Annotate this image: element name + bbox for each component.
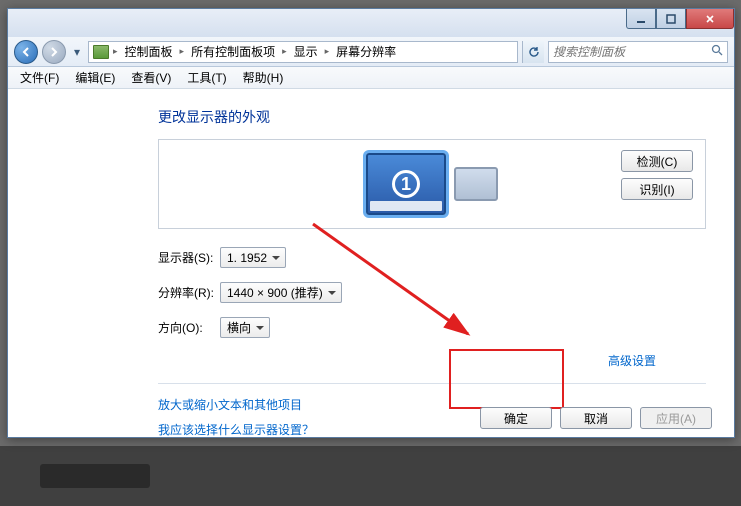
search-icon <box>711 44 723 59</box>
ok-button[interactable]: 确定 <box>480 407 552 429</box>
breadcrumb-item[interactable]: 屏幕分辨率 <box>333 41 399 62</box>
monitor-number: 1 <box>392 170 420 198</box>
breadcrumb-item[interactable]: 所有控制面板项 <box>188 41 278 62</box>
chevron-right-icon: ▸ <box>111 46 120 57</box>
breadcrumb: ▸ 控制面板 ▸ 所有控制面板项 ▸ 显示 ▸ 屏幕分辨率 <box>88 41 518 63</box>
resolution-select[interactable]: 1440 × 900 (推荐) <box>220 282 342 303</box>
chevron-right-icon: ▸ <box>323 46 332 57</box>
control-panel-window: ▾ ▸ 控制面板 ▸ 所有控制面板项 ▸ 显示 ▸ 屏幕分辨率 文件(F) 编辑… <box>7 8 735 438</box>
menu-file[interactable]: 文件(F) <box>12 67 67 88</box>
cancel-button[interactable]: 取消 <box>560 407 632 429</box>
chevron-right-icon: ▸ <box>178 46 187 57</box>
search-box[interactable] <box>548 41 728 63</box>
monitor-taskbar-icon <box>370 201 442 211</box>
breadcrumb-item[interactable]: 控制面板 <box>122 41 176 62</box>
maximize-button[interactable] <box>656 9 686 29</box>
monitor-preview-box: 1 检测(C) 识别(I) <box>158 139 706 229</box>
menu-view[interactable]: 查看(V) <box>123 67 179 88</box>
back-button[interactable] <box>14 40 38 64</box>
display-label: 显示器(S): <box>158 249 220 266</box>
dialog-footer: 确定 取消 应用(A) <box>480 407 712 429</box>
close-button[interactable] <box>686 9 734 29</box>
breadcrumb-item[interactable]: 显示 <box>291 41 321 62</box>
display-select[interactable]: 1. 1952 <box>220 247 286 268</box>
address-bar: ▾ ▸ 控制面板 ▸ 所有控制面板项 ▸ 显示 ▸ 屏幕分辨率 <box>8 37 734 67</box>
orientation-label: 方向(O): <box>158 319 220 336</box>
advanced-settings-link[interactable]: 高级设置 <box>608 352 656 369</box>
content-area: 更改显示器的外观 1 检测(C) 识别(I) 显示器(S): 1. 1952 分… <box>8 89 734 448</box>
resolution-label: 分辨率(R): <box>158 284 220 301</box>
menu-edit[interactable]: 编辑(E) <box>67 67 123 88</box>
monitor-1[interactable]: 1 <box>366 153 446 215</box>
menu-help[interactable]: 帮助(H) <box>235 67 292 88</box>
nav-history-dropdown[interactable]: ▾ <box>70 42 84 62</box>
control-panel-icon <box>93 45 109 59</box>
chevron-right-icon: ▸ <box>280 46 289 57</box>
menu-bar: 文件(F) 编辑(E) 查看(V) 工具(T) 帮助(H) <box>8 67 734 89</box>
titlebar <box>8 9 734 37</box>
apply-button: 应用(A) <box>640 407 712 429</box>
menu-tools[interactable]: 工具(T) <box>179 67 234 88</box>
identify-button[interactable]: 识别(I) <box>621 178 693 200</box>
background-strip <box>0 446 741 506</box>
refresh-button[interactable] <box>522 41 544 63</box>
detect-button[interactable]: 检测(C) <box>621 150 693 172</box>
orientation-select[interactable]: 横向 <box>220 317 270 338</box>
forward-button[interactable] <box>42 40 66 64</box>
minimize-button[interactable] <box>626 9 656 29</box>
monitor-secondary[interactable] <box>454 167 498 201</box>
page-title: 更改显示器的外观 <box>158 107 706 127</box>
search-input[interactable] <box>553 45 711 59</box>
